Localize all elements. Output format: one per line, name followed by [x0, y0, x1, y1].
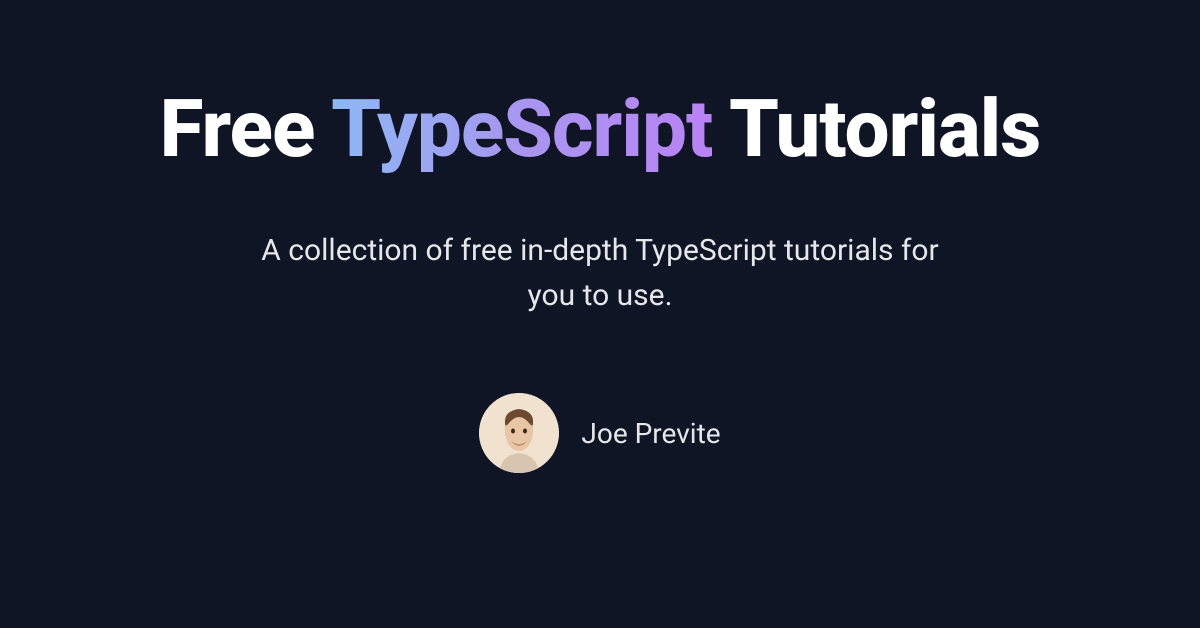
author-name: Joe Previte	[581, 417, 720, 450]
title-highlight: TypeScript	[331, 82, 712, 176]
page-title: Free TypeScript Tutorials	[160, 85, 1041, 173]
subtitle: A collection of free in-depth TypeScript…	[250, 228, 950, 318]
avatar	[479, 393, 559, 473]
title-suffix: Tutorials	[712, 82, 1040, 176]
author-block: Joe Previte	[479, 393, 720, 473]
title-prefix: Free	[160, 82, 331, 176]
